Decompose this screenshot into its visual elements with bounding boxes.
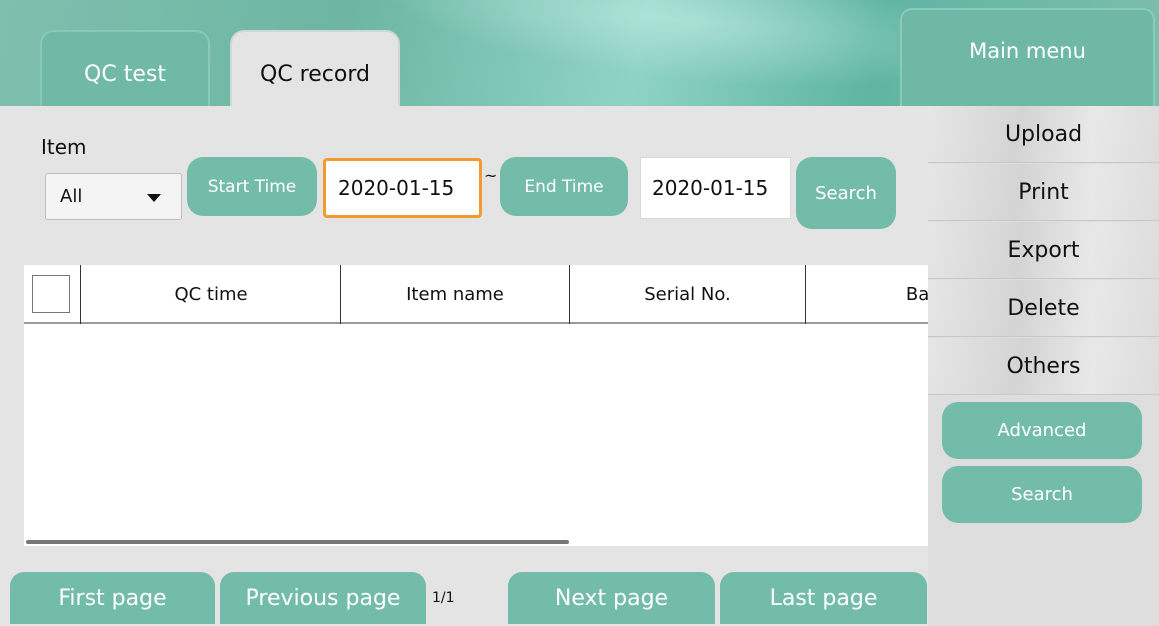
upload-label: Upload bbox=[1004, 121, 1083, 147]
caret-down-icon bbox=[147, 194, 161, 202]
column-serial-no[interactable]: Serial No. bbox=[570, 265, 805, 324]
advanced-label: Advanced bbox=[997, 420, 1087, 441]
others-label: Others bbox=[1006, 353, 1081, 379]
date-range-separator: ~ bbox=[484, 166, 498, 185]
item-select[interactable]: All bbox=[45, 173, 182, 220]
delete-label: Delete bbox=[1007, 295, 1080, 321]
first-page-button[interactable]: First page bbox=[10, 572, 215, 624]
start-time-value: 2020-01-15 bbox=[338, 176, 455, 200]
previous-page-button[interactable]: Previous page bbox=[220, 572, 426, 624]
sidebar: Upload Print Export Delete Others bbox=[928, 106, 1159, 626]
sidebar-search-label: Search bbox=[1011, 484, 1073, 505]
export-button[interactable]: Export bbox=[928, 222, 1159, 279]
search-label: Search bbox=[815, 182, 877, 204]
qc-record-table: QC time Item name Serial No. Barc bbox=[24, 265, 928, 546]
last-page-label: Last page bbox=[769, 585, 878, 611]
page-indicator: 1/1 bbox=[432, 590, 455, 606]
end-time-label: End Time bbox=[524, 176, 604, 197]
tab-qc-record[interactable]: QC record bbox=[230, 30, 400, 106]
sidebar-search-button[interactable]: Search bbox=[942, 466, 1142, 523]
tab-qc-test-label: QC test bbox=[84, 61, 166, 87]
advanced-button[interactable]: Advanced bbox=[942, 402, 1142, 459]
upload-button[interactable]: Upload bbox=[928, 106, 1159, 163]
item-select-value: All bbox=[60, 186, 83, 207]
next-page-button[interactable]: Next page bbox=[508, 572, 715, 624]
checkbox-icon[interactable] bbox=[32, 275, 70, 313]
start-time-input[interactable]: 2020-01-15 bbox=[323, 158, 482, 218]
delete-button[interactable]: Delete bbox=[928, 280, 1159, 337]
last-page-button[interactable]: Last page bbox=[720, 572, 927, 624]
others-button[interactable]: Others bbox=[928, 338, 1159, 395]
main-menu-label: Main menu bbox=[969, 39, 1086, 63]
print-button[interactable]: Print bbox=[928, 164, 1159, 221]
column-item-name[interactable]: Item name bbox=[341, 265, 569, 324]
end-time-value: 2020-01-15 bbox=[652, 176, 769, 200]
end-time-button[interactable]: End Time bbox=[500, 157, 628, 216]
table-header: QC time Item name Serial No. Barc bbox=[24, 265, 928, 324]
previous-page-label: Previous page bbox=[245, 585, 401, 611]
next-page-label: Next page bbox=[554, 585, 669, 611]
column-barcode[interactable]: Barc bbox=[806, 265, 928, 324]
column-qc-time[interactable]: QC time bbox=[81, 265, 341, 324]
first-page-label: First page bbox=[58, 585, 167, 611]
horizontal-scrollbar[interactable] bbox=[26, 540, 569, 544]
end-time-input[interactable]: 2020-01-15 bbox=[640, 157, 791, 219]
main-menu-button[interactable]: Main menu bbox=[900, 8, 1155, 106]
export-label: Export bbox=[1007, 237, 1080, 263]
item-label: Item bbox=[41, 135, 87, 159]
print-label: Print bbox=[1018, 179, 1069, 205]
header-bar: QC test QC record Main menu bbox=[0, 0, 1159, 106]
search-button[interactable]: Search bbox=[796, 157, 896, 229]
tab-qc-record-label: QC record bbox=[260, 61, 370, 87]
tab-qc-test[interactable]: QC test bbox=[40, 30, 210, 106]
start-time-button[interactable]: Start Time bbox=[187, 157, 317, 216]
start-time-label: Start Time bbox=[207, 176, 297, 197]
